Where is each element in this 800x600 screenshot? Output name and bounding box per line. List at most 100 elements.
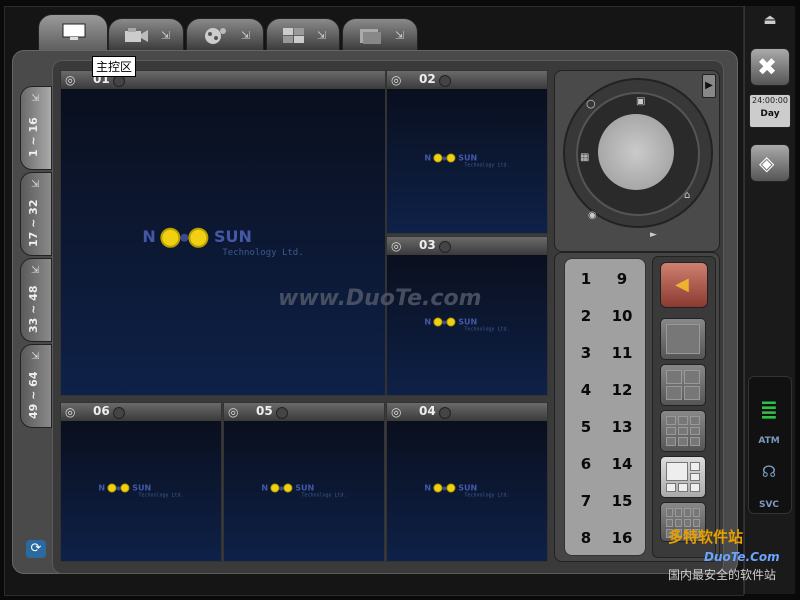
channel-button[interactable]: 11 (605, 342, 639, 364)
iris-icon[interactable]: ⌂ (684, 190, 690, 201)
status-dot (113, 407, 125, 419)
side-tab-49-64[interactable]: ⇲ 49 ~ 64 (20, 344, 52, 428)
video-cell-04[interactable]: ◎ 04 N SUN Technology Ltd. (386, 402, 548, 562)
tab-config[interactable]: ⇲ (266, 18, 340, 52)
channel-button[interactable]: 14 (605, 453, 639, 475)
novosun-logo: N SUN Technology Ltd. (98, 483, 184, 499)
book-icon: ◈ (759, 151, 775, 175)
channel-button[interactable]: 4 (569, 379, 603, 401)
novosun-logo: N SUN Technology Ltd. (424, 483, 510, 499)
novosun-logo: N SUN Technology Ltd. (261, 483, 347, 499)
tooltip: 主控区 (92, 56, 137, 77)
channel-button[interactable]: 13 (605, 416, 639, 438)
channel-button[interactable]: 9 (605, 268, 639, 290)
cell-number: 04 (419, 404, 436, 418)
atm-indicator: ATM (758, 436, 780, 446)
video-feed: N SUN Technology Ltd. (387, 89, 547, 233)
novosun-logo: N SUN Technology Ltd. (424, 317, 510, 333)
audio-button[interactable]: ◀ (660, 262, 708, 308)
channel-button[interactable]: 7 (569, 490, 603, 512)
channel-button[interactable]: 8 (569, 527, 603, 549)
clock-time: 24:00:00 (752, 96, 788, 105)
expand-arrow-icon: ⇲ (31, 179, 40, 190)
brand-slogan: 国内最安全的软件站 (668, 568, 777, 582)
monitor-icon (62, 23, 86, 40)
tools-icon: ✖ (757, 53, 778, 81)
cell-header: ◎ 02 (387, 71, 547, 89)
refresh-icon[interactable]: ⟳ (26, 540, 46, 558)
tab-network[interactable]: ⇲ (186, 18, 264, 52)
layout-6-icon (666, 462, 700, 492)
brand-watermark: 多特软件站 (668, 528, 744, 546)
cell-header: ◎ 03 (387, 237, 547, 255)
expand-arrow-icon: ⇲ (31, 93, 40, 104)
channel-button[interactable]: 10 (605, 305, 639, 327)
status-dot (276, 407, 288, 419)
video-feed: N SUN Technology Ltd. (387, 255, 547, 395)
novosun-logo: N SUN Technology Ltd. (424, 153, 510, 169)
status-dot (439, 407, 451, 419)
side-tab-1-16[interactable]: ⇲ 1 ~ 16 (20, 86, 52, 170)
layout-1-button[interactable] (660, 318, 706, 360)
video-cell-01[interactable]: ◎ 01 N SUN Technology Ltd. (60, 70, 386, 396)
channel-button[interactable]: 16 (605, 527, 639, 549)
cell-number: 06 (93, 404, 110, 418)
camera-icon: ◎ (228, 405, 239, 419)
camera-icon: ◎ (65, 73, 76, 87)
zoom-icon[interactable]: ○ (586, 97, 596, 110)
cell-number: 05 (256, 404, 273, 418)
tab-main-control[interactable] (38, 14, 108, 54)
ptz-expand-button[interactable]: ▶ (702, 74, 716, 98)
side-tab-label: 1 ~ 16 (27, 117, 40, 157)
side-tab-label: 33 ~ 48 (27, 285, 40, 333)
channel-button[interactable]: 5 (569, 416, 603, 438)
atm-icon: ☊ (761, 462, 777, 481)
video-camera-icon (125, 28, 148, 42)
layout-9-button[interactable] (660, 410, 706, 452)
settings-button[interactable]: ✖ (750, 48, 790, 86)
video-feed: N SUN Technology Ltd. (61, 421, 221, 561)
expand-arrow-icon: ⇲ (31, 265, 40, 276)
channel-button[interactable]: 3 (569, 342, 603, 364)
layout-4-button[interactable] (660, 364, 706, 406)
channel-button[interactable]: 6 (569, 453, 603, 475)
video-feed: N SUN Technology Ltd. (224, 421, 384, 561)
expand-arrow-icon: ⇲ (395, 29, 405, 42)
video-cell-05[interactable]: ◎ 05 N SUN Technology Ltd. (223, 402, 385, 562)
video-cell-06[interactable]: ◎ 06 N SUN Technology Ltd. (60, 402, 222, 562)
video-feed: N SUN Technology Ltd. (387, 421, 547, 561)
expand-arrow-icon: ⇲ (241, 29, 251, 42)
app-window: ⇲ ⇲ ⇲ ⇲ ⇲ 1 ~ 16 ⇲ 17 ~ 32 ⇲ 33 ~ 48 ⇲ 4… (0, 0, 800, 600)
layout-6-button[interactable] (660, 456, 706, 498)
tab-files[interactable]: ⇲ (342, 18, 418, 52)
side-tab-17-32[interactable]: ⇲ 17 ~ 32 (20, 172, 52, 256)
grid-icon[interactable]: ▦ (580, 152, 589, 163)
video-feed: N SUN Technology Ltd. (61, 89, 385, 395)
status-dot (439, 241, 451, 253)
channel-button[interactable]: 12 (605, 379, 639, 401)
channel-button[interactable]: 2 (569, 305, 603, 327)
status-dot (439, 75, 451, 87)
ptz-joystick[interactable] (598, 114, 674, 190)
expand-arrow-icon: ⇲ (161, 29, 171, 42)
video-cell-02[interactable]: ◎ 02 N SUN Technology Ltd. (386, 70, 548, 234)
svc-indicator: SVC (758, 500, 780, 510)
channel-button[interactable]: 15 (605, 490, 639, 512)
play-icon[interactable]: ► (650, 230, 657, 240)
preset-icon[interactable]: ▣ (636, 96, 645, 107)
side-tab-label: 49 ~ 64 (27, 371, 40, 419)
tab-video[interactable]: ⇲ (108, 18, 184, 52)
notebook-button[interactable]: ◈ (750, 144, 790, 182)
brand-watermark-url: DuoTe.Com (704, 550, 780, 564)
camera-icon: ◎ (391, 73, 402, 87)
layout-1-icon (666, 324, 700, 354)
focus-icon[interactable]: ◉ (588, 210, 597, 221)
eject-icon[interactable]: ⏏ (752, 12, 788, 32)
day-night-mode: Day (760, 109, 780, 119)
video-cell-03[interactable]: ◎ 03 N SUN Technology Ltd. (386, 236, 548, 396)
side-tab-33-48[interactable]: ⇲ 33 ~ 48 (20, 258, 52, 342)
channel-button[interactable]: 1 (569, 268, 603, 290)
config-grid-icon (283, 28, 304, 43)
layout-9-icon (666, 416, 700, 446)
novosun-logo: N SUN Technology Ltd. (142, 226, 304, 258)
